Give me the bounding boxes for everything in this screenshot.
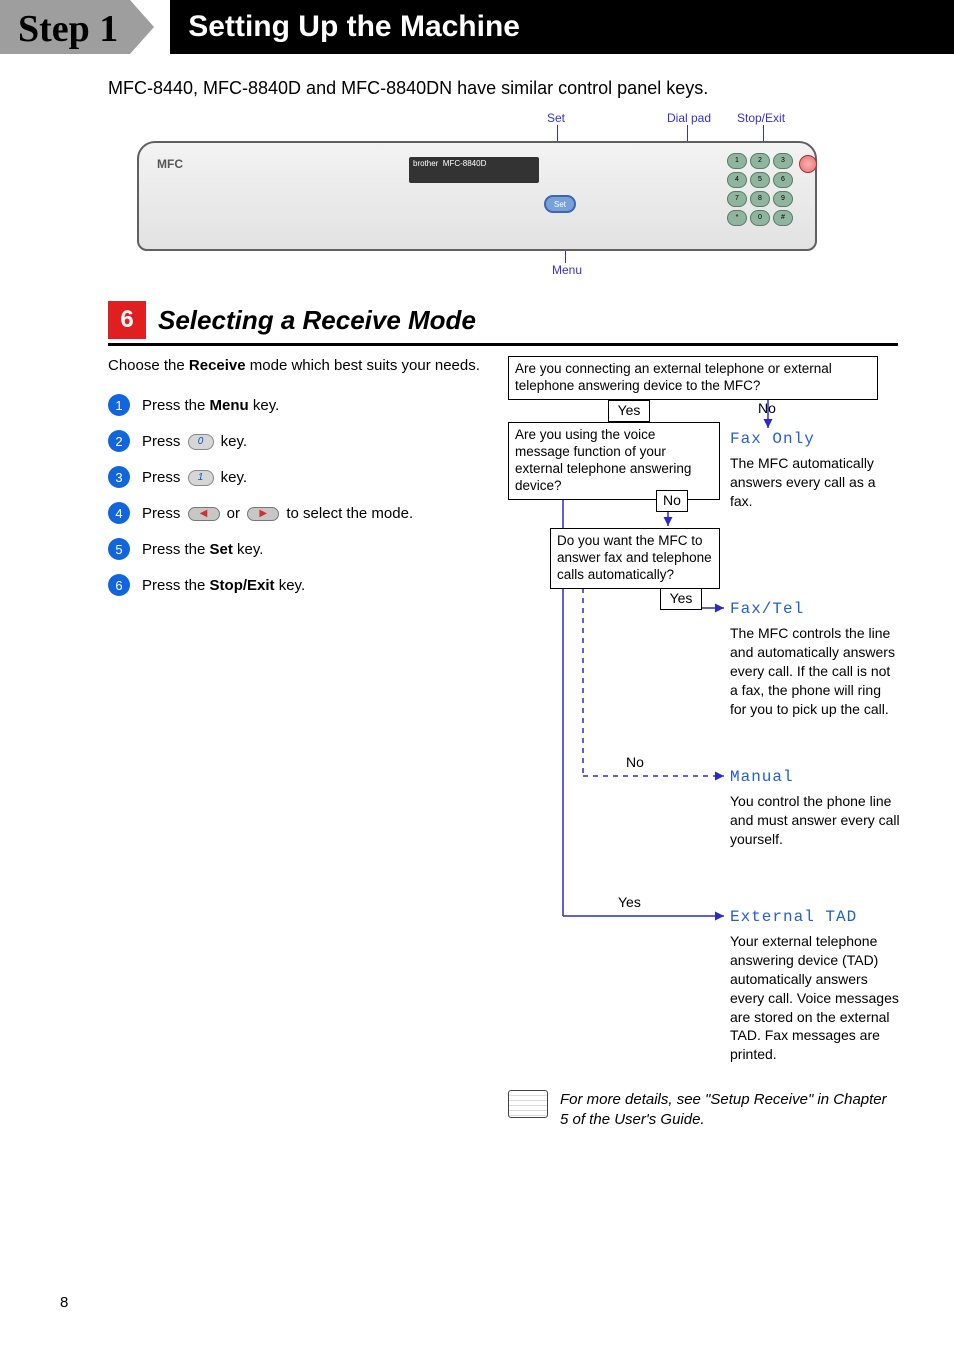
step-number-icon: 6 — [108, 574, 130, 596]
more-info-row: For more details, see "Setup Receive" in… — [508, 1090, 888, 1129]
flow-yes: Yes — [618, 894, 641, 910]
step-5: 5 Press the Set key. — [108, 538, 490, 560]
mode-desc: The MFC automatically answers every call… — [730, 454, 900, 511]
flow-q3: Do you want the MFC to answer fax and te… — [550, 528, 720, 589]
step-number-icon: 2 — [108, 430, 130, 452]
label-stopexit: Stop/Exit — [737, 111, 785, 125]
flow-no: No — [758, 400, 776, 416]
step-4: 4 Press ◀ or ▶ to select the mode. — [108, 502, 490, 524]
step-number-icon: 3 — [108, 466, 130, 488]
step-2: 2 Press 0 key. — [108, 430, 490, 452]
page-header: Step 1 Setting Up the Machine — [0, 0, 954, 54]
mode-desc: The MFC controls the line and automatica… — [730, 624, 900, 718]
label-dialpad: Dial pad — [667, 111, 711, 125]
flow-q2: Are you using the voice message function… — [508, 422, 720, 500]
step-3: 3 Press 1 key. — [108, 466, 490, 488]
mode-fax-tel: Fax/Tel The MFC controls the line and au… — [730, 600, 900, 718]
step-arrow-icon — [130, 0, 154, 54]
label-menu: Menu — [552, 263, 582, 277]
label-set: Set — [547, 111, 565, 125]
book-icon — [508, 1090, 548, 1118]
mode-name: Manual — [730, 768, 900, 786]
flow-yes: Yes — [660, 588, 702, 610]
key-1-icon: 1 — [188, 470, 214, 486]
section-header: 6 Selecting a Receive Mode — [108, 301, 898, 346]
page-title: Setting Up the Machine — [170, 0, 954, 54]
mode-name: Fax Only — [730, 430, 900, 448]
dialpad-icon: 123 456 789 *0# — [727, 153, 793, 226]
step-number-icon: 1 — [108, 394, 130, 416]
step-6: 6 Press the Stop/Exit key. — [108, 574, 490, 596]
step-number-icon: 4 — [108, 502, 130, 524]
section-number: 6 — [108, 301, 146, 339]
mode-fax-only: Fax Only The MFC automatically answers e… — [730, 430, 900, 511]
page-number: 8 — [60, 1294, 68, 1311]
mode-name: Fax/Tel — [730, 600, 900, 618]
flow-yes: Yes — [608, 400, 650, 422]
more-info-text: For more details, see "Setup Receive" in… — [560, 1090, 888, 1129]
stop-button-icon — [799, 155, 817, 173]
key-0-icon: 0 — [188, 434, 214, 450]
flow-q1: Are you connecting an external telephone… — [508, 356, 878, 400]
flow-no: No — [626, 754, 644, 770]
step-list: 1 Press the Menu key. 2 Press 0 key. 3 P… — [108, 394, 490, 596]
choose-text: Choose the Receive mode which best suits… — [108, 356, 490, 376]
intro-text: MFC-8440, MFC-8840D and MFC-8840DN have … — [108, 78, 954, 99]
section-title: Selecting a Receive Mode — [158, 305, 476, 336]
instructions-column: Choose the Receive mode which best suits… — [108, 356, 508, 1116]
mode-manual: Manual You control the phone line and mu… — [730, 768, 900, 849]
step-1: 1 Press the Menu key. — [108, 394, 490, 416]
mode-desc: You control the phone line and must answ… — [730, 792, 900, 849]
mode-name: External TAD — [730, 908, 900, 926]
flow-no: No — [656, 490, 688, 512]
control-panel-image: MFC brother MFC-8840D Set 123 456 789 *0… — [137, 141, 817, 251]
flowchart-column: Are you connecting an external telephone… — [508, 356, 898, 1116]
mode-external-tad: External TAD Your external telephone ans… — [730, 908, 900, 1064]
step-label: Step 1 — [0, 0, 130, 54]
nav-left-icon: ◀ — [188, 507, 220, 521]
step-number-icon: 5 — [108, 538, 130, 560]
control-panel-figure: Set Dial pad Stop/Exit Menu MFC brother … — [127, 111, 827, 281]
mode-desc: Your external telephone answering device… — [730, 932, 900, 1064]
nav-right-icon: ▶ — [247, 507, 279, 521]
